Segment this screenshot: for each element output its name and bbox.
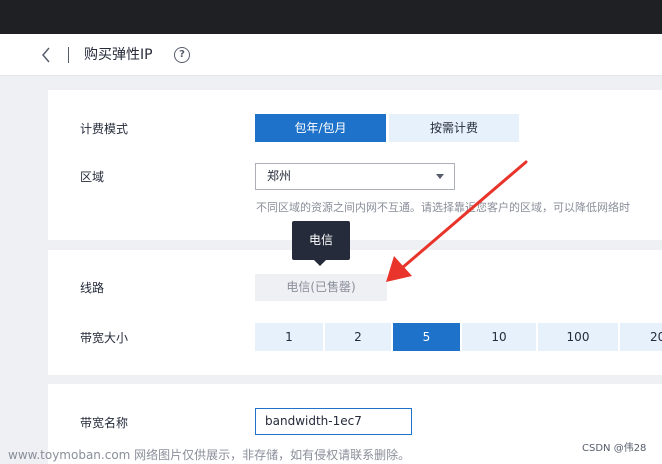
billing-option-yearly-monthly[interactable]: 包年/包月 bbox=[255, 114, 386, 142]
watermark-text: www.toymoban.com 网络图片仅供展示，非存储，如有侵权请联系删除。 bbox=[8, 448, 411, 462]
bandwidth-option-5[interactable]: 5 bbox=[393, 323, 460, 351]
line-tooltip: 电信 bbox=[292, 221, 350, 260]
top-navigation-bar bbox=[0, 0, 662, 34]
bandwidth-name-label: 带宽名称 bbox=[80, 416, 129, 430]
tooltip-pointer bbox=[314, 260, 326, 266]
bandwidth-option-100[interactable]: 100 bbox=[538, 323, 618, 351]
line-bandwidth-section bbox=[48, 250, 662, 375]
bandwidth-option-20[interactable]: 20 bbox=[620, 323, 662, 351]
billing-mode-label: 计费模式 bbox=[80, 122, 129, 136]
region-label: 区域 bbox=[80, 170, 105, 184]
line-option-telecom[interactable]: 电信(已售罄) bbox=[255, 274, 387, 301]
line-label: 线路 bbox=[80, 281, 105, 295]
region-hint: 不同区域的资源之间内网不互通。请选择靠近您客户的区域，可以降低网络时 bbox=[256, 201, 630, 214]
bandwidth-option-10[interactable]: 10 bbox=[462, 323, 536, 351]
bandwidth-option-2[interactable]: 2 bbox=[325, 323, 391, 351]
billing-option-pay-per-use[interactable]: 按需计费 bbox=[389, 114, 519, 142]
help-icon[interactable]: ? bbox=[174, 47, 190, 63]
region-select[interactable]: 郑州 bbox=[255, 163, 455, 190]
credit-text: CSDN @伟28 bbox=[582, 443, 647, 454]
page-title: 购买弹性IP bbox=[84, 47, 153, 63]
back-arrow-icon[interactable] bbox=[40, 45, 58, 65]
header-divider bbox=[68, 47, 69, 63]
bandwidth-size-label: 带宽大小 bbox=[80, 331, 129, 345]
region-select-value: 郑州 bbox=[267, 169, 292, 183]
bandwidth-option-1[interactable]: 1 bbox=[255, 323, 323, 351]
bandwidth-name-input[interactable]: bandwidth-1ec7 bbox=[255, 408, 412, 435]
chevron-down-icon bbox=[436, 174, 444, 179]
page-header: 购买弹性IP ? bbox=[0, 34, 662, 76]
